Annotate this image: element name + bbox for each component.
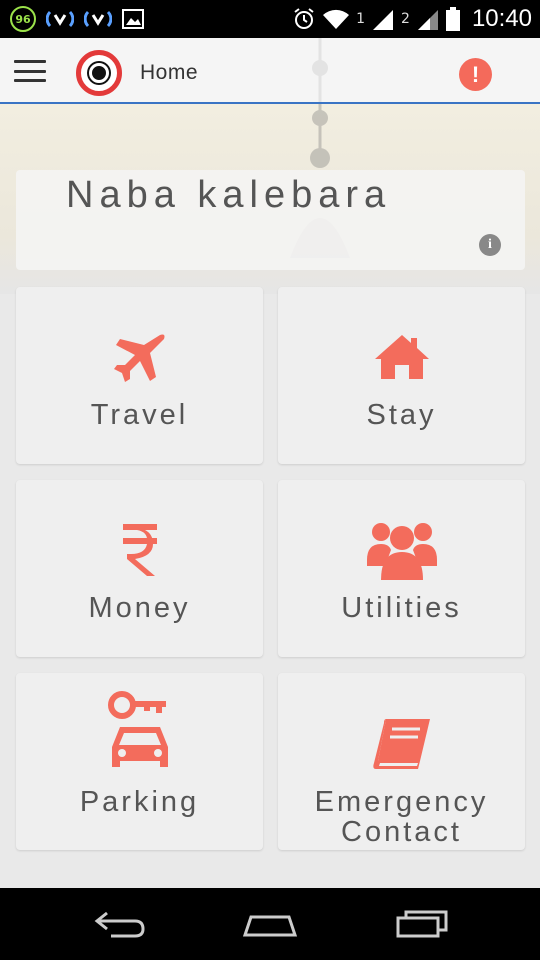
signal-strength-icon-2: [417, 10, 438, 30]
tile-label: Utilities: [341, 592, 462, 624]
battery-level-badge: 96: [10, 6, 36, 32]
rupee-icon: [122, 524, 157, 576]
recent-apps-button[interactable]: [392, 906, 452, 942]
home-button[interactable]: [240, 906, 300, 942]
signal-app-icon: [46, 10, 74, 28]
signal-app-icon-2: [84, 10, 112, 28]
tile-label-line2: Contact: [341, 816, 462, 848]
back-button[interactable]: [90, 906, 150, 942]
battery-icon: [445, 7, 460, 31]
group-icon: [366, 523, 437, 580]
recent-apps-icon: [396, 910, 448, 938]
tile-label: Parking: [79, 786, 200, 818]
page-title: Home: [140, 61, 199, 84]
tile-label: Money: [88, 592, 191, 624]
tile-emergency-contact[interactable]: Emergency Contact: [278, 673, 525, 850]
alert-icon[interactable]: !: [459, 58, 492, 91]
book-icon: [372, 719, 430, 769]
home-nav-icon: [242, 915, 298, 937]
alarm-icon: [294, 8, 314, 29]
tile-travel[interactable]: Travel: [16, 287, 263, 464]
home-icon: [374, 335, 429, 379]
navigation-bar: [0, 888, 540, 960]
tile-label: Stay: [366, 399, 437, 431]
tile-label-line1: Emergency: [314, 786, 489, 818]
app-logo: [76, 50, 122, 96]
clock: 10:40: [471, 5, 532, 32]
sim1-label: 1: [356, 11, 366, 27]
image-icon: [122, 9, 144, 29]
airplane-icon: [113, 334, 164, 382]
app-bar: Home !: [0, 38, 540, 104]
tile-stay[interactable]: Stay: [278, 287, 525, 464]
wifi-icon: [323, 9, 350, 29]
sim2-label: 2: [401, 11, 410, 27]
status-bar: 96 1 2 10:40: [0, 0, 540, 38]
tile-parking[interactable]: Parking: [16, 673, 263, 850]
info-icon[interactable]: i: [479, 234, 501, 256]
system-status-icons: 1 2 10:40: [292, 0, 532, 38]
banner-title: Naba kalebara: [66, 174, 392, 216]
menu-icon[interactable]: [14, 60, 46, 82]
back-icon: [94, 911, 145, 938]
notification-icons: 96: [10, 6, 144, 32]
tile-money[interactable]: Money: [16, 480, 263, 657]
car-key-icon: [107, 691, 168, 767]
tile-utilities[interactable]: Utilities: [278, 480, 525, 657]
signal-strength-icon: [373, 10, 394, 30]
tile-label: Travel: [90, 399, 189, 431]
event-banner[interactable]: Naba kalebara i: [16, 170, 525, 270]
